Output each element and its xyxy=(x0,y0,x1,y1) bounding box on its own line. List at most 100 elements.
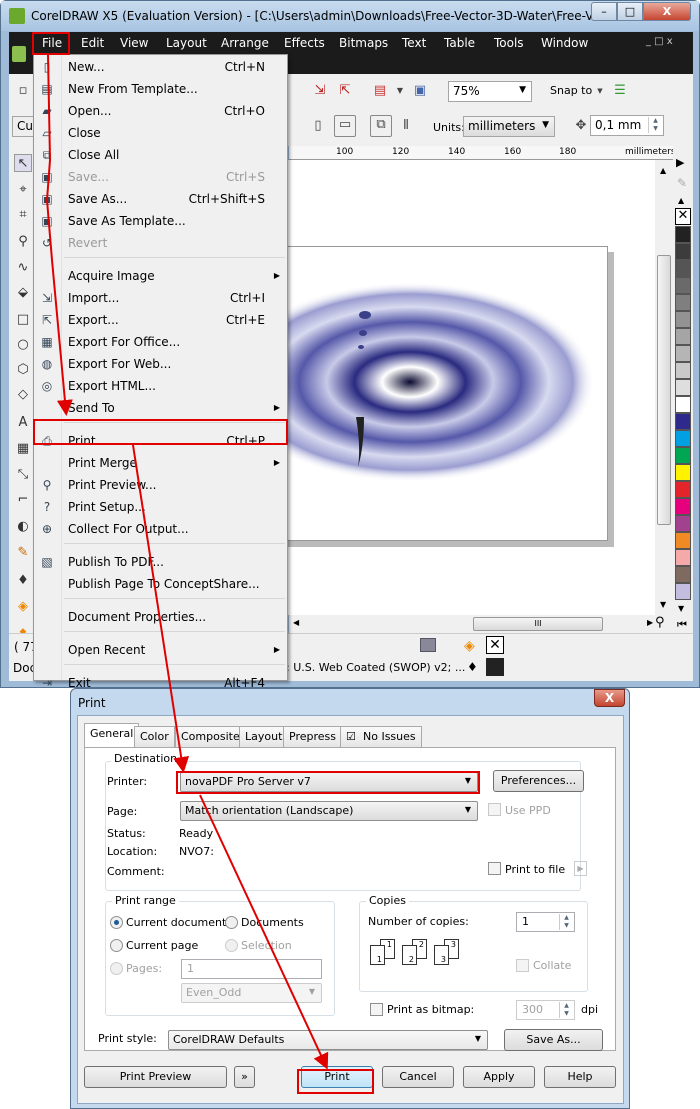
zoom-navigator-icon[interactable]: ⚲ xyxy=(655,615,665,630)
menu-item-save-as[interactable]: ▣ Save As... Ctrl+Shift+S xyxy=(34,188,287,210)
units-select[interactable]: millimeters ▼ xyxy=(463,116,555,137)
display-icon[interactable] xyxy=(420,638,436,652)
color-swatch[interactable] xyxy=(675,379,691,396)
menu-item-new-from-template[interactable]: ▤ New From Template... xyxy=(34,78,287,100)
menu-item-publish-page-to-conceptshare[interactable]: Publish Page To ConceptShare... xyxy=(34,573,287,595)
zoom-tool-icon[interactable]: ⚲ xyxy=(14,233,32,251)
color-swatch[interactable] xyxy=(675,515,691,532)
print-style-select[interactable]: CorelDRAW Defaults ▼ xyxy=(168,1030,488,1050)
scroll-up-icon[interactable]: ▲ xyxy=(660,166,666,175)
spinner-icon[interactable]: ▲ ▼ xyxy=(648,117,662,133)
color-swatch[interactable] xyxy=(675,243,691,260)
current-document-radio[interactable] xyxy=(110,916,123,929)
color-swatch[interactable] xyxy=(675,311,691,328)
menu-item-save-as-template[interactable]: ▣ Save As Template... xyxy=(34,210,287,232)
print-to-file-checkbox[interactable] xyxy=(488,862,501,875)
color-swatch[interactable] xyxy=(675,447,691,464)
menu-item-publish-to-pdf[interactable]: ▧ Publish To PDF... xyxy=(34,551,287,573)
menu-effects[interactable]: Effects xyxy=(284,36,325,50)
menu-item-export-for-web[interactable]: ◍ Export For Web... xyxy=(34,353,287,375)
menu-item-print-merge[interactable]: Print Merge ▶ xyxy=(34,452,287,474)
color-swatch[interactable] xyxy=(675,549,691,566)
menu-edit[interactable]: Edit xyxy=(81,36,104,50)
current-page-radio[interactable] xyxy=(110,939,123,952)
fill-none-swatch[interactable]: ✕ xyxy=(486,636,504,654)
pick-tool-icon[interactable]: ↖ xyxy=(14,154,32,172)
documents-radio[interactable] xyxy=(225,916,238,929)
menu-item-collect-for-output[interactable]: ⊕ Collect For Output... xyxy=(34,518,287,540)
application-launcher-icon[interactable]: ▤ xyxy=(371,82,389,100)
document-page[interactable] xyxy=(259,246,608,541)
minimize-button[interactable]: – xyxy=(591,2,617,21)
maximize-button[interactable]: □ xyxy=(617,2,643,21)
vertical-scrollbar[interactable]: ▲ ▼ xyxy=(655,160,673,615)
apply-button[interactable]: Apply xyxy=(463,1066,535,1088)
eyedropper-icon[interactable]: ✎ xyxy=(677,176,687,190)
menu-item-export[interactable]: ⇱ Export... Ctrl+E xyxy=(34,309,287,331)
horizontal-scroll-thumb[interactable]: III xyxy=(473,617,603,631)
palette-end-icon[interactable]: ⏮ xyxy=(677,618,687,632)
document-window-controls[interactable]: _ □ x xyxy=(646,36,673,47)
color-swatch[interactable] xyxy=(675,328,691,345)
print-to-file-options-icon[interactable]: ▶ xyxy=(574,861,587,876)
connector-tool-icon[interactable]: ⌐ xyxy=(14,491,32,509)
menu-item-export-html[interactable]: ◎ Export HTML... xyxy=(34,375,287,397)
welcome-screen-icon[interactable]: ▣ xyxy=(411,82,429,100)
color-swatch[interactable] xyxy=(675,566,691,583)
menu-item-print-preview[interactable]: ⚲ Print Preview... xyxy=(34,474,287,496)
blend-tool-icon[interactable]: ◐ xyxy=(14,518,32,536)
menu-item-document-properties[interactable]: Document Properties... xyxy=(34,606,287,628)
menu-item-send-to[interactable]: Send To ▶ xyxy=(34,397,287,419)
color-swatch[interactable] xyxy=(675,345,691,362)
page-select[interactable]: Match orientation (Landscape) ▼ xyxy=(180,801,478,821)
menu-text[interactable]: Text xyxy=(402,36,426,50)
menu-arrange[interactable]: Arrange xyxy=(221,36,269,50)
fill-tool-icon[interactable]: ◈ xyxy=(14,598,32,616)
menu-item-save[interactable]: ▣ Save... Ctrl+S xyxy=(34,166,287,188)
palette-flyout-icon[interactable]: ▶ xyxy=(676,156,684,169)
color-swatch[interactable] xyxy=(675,294,691,311)
menu-item-revert[interactable]: ↺ Revert xyxy=(34,232,287,254)
menu-window[interactable]: Window xyxy=(541,36,588,50)
menu-bitmaps[interactable]: Bitmaps xyxy=(339,36,388,50)
menu-item-new[interactable]: ▯ New... Ctrl+N xyxy=(34,56,287,78)
even-odd-select[interactable]: Even_Odd ▼ xyxy=(181,983,322,1003)
outline-color-swatch[interactable] xyxy=(486,658,504,676)
dpi-input[interactable]: 300 ▲ ▼ xyxy=(516,1000,575,1020)
polygon-tool-icon[interactable]: ⬡ xyxy=(14,361,32,379)
color-swatch[interactable] xyxy=(675,464,691,481)
menu-table[interactable]: Table xyxy=(444,36,475,50)
dimension-tool-icon[interactable]: ⤡ xyxy=(14,466,32,484)
eyedropper-tool-icon[interactable]: ✎ xyxy=(14,544,32,562)
new-icon[interactable]: ▫ xyxy=(14,82,32,100)
crop-tool-icon[interactable]: ⌗ xyxy=(14,206,32,224)
snap-chevron-icon[interactable]: ▼ xyxy=(591,82,609,100)
color-swatch[interactable] xyxy=(675,481,691,498)
outline-pen-icon[interactable]: ♦ xyxy=(14,572,32,590)
snap-to-dropdown[interactable]: Snap to xyxy=(550,84,592,97)
scroll-right-icon[interactable]: ▶ xyxy=(647,618,653,627)
dialog-close-button[interactable]: X xyxy=(594,689,625,707)
close-button[interactable]: X xyxy=(643,2,691,21)
all-pages-icon[interactable]: ⧉ xyxy=(370,115,392,137)
color-swatch[interactable] xyxy=(675,413,691,430)
options-checklist-icon[interactable]: ☰ xyxy=(611,82,629,100)
preferences-button[interactable]: Preferences... xyxy=(493,770,584,792)
basic-shapes-icon[interactable]: ◇ xyxy=(14,386,32,404)
color-swatch[interactable] xyxy=(675,532,691,549)
print-preview-button[interactable]: Print Preview xyxy=(84,1066,227,1088)
palette-scroll-down-icon[interactable]: ▼ xyxy=(678,604,684,613)
color-profile-text[interactable]: : U.S. Web Coated (SWOP) v2; ... xyxy=(286,661,465,674)
vertical-scroll-thumb[interactable] xyxy=(657,255,671,525)
pages-input[interactable]: 1 xyxy=(181,959,322,979)
portrait-icon[interactable]: ▯ xyxy=(309,117,327,135)
expand-preview-button[interactable]: » xyxy=(234,1066,255,1088)
spinner-icon[interactable]: ▲ ▼ xyxy=(559,914,573,930)
export-icon[interactable]: ⇱ xyxy=(336,82,354,100)
color-swatch[interactable] xyxy=(675,277,691,294)
current-page-icon[interactable]: ⫴ xyxy=(397,117,415,135)
spinner-icon[interactable]: ▲ ▼ xyxy=(559,1002,573,1018)
collate-checkbox[interactable] xyxy=(516,959,529,972)
color-swatch[interactable] xyxy=(675,583,691,600)
pages-radio[interactable] xyxy=(110,962,123,975)
